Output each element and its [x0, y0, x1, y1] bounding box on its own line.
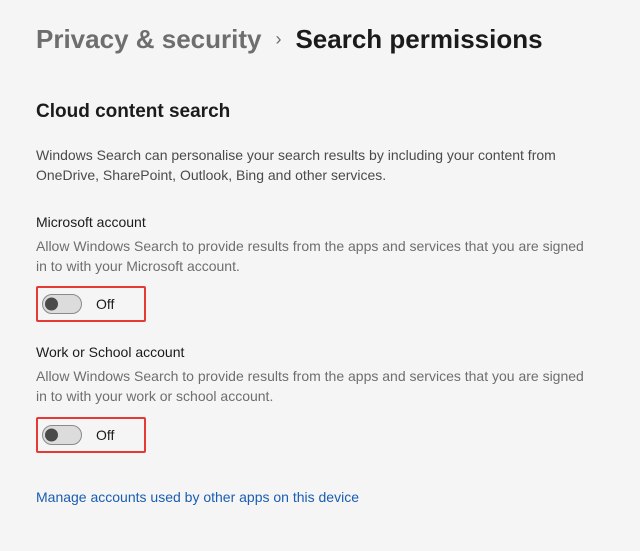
highlight-box: Off — [36, 417, 146, 453]
setting-description: Allow Windows Search to provide results … — [36, 236, 596, 277]
toggle-knob — [45, 298, 58, 311]
setting-microsoft-account: Microsoft account Allow Windows Search t… — [36, 214, 604, 323]
toggle-state-label: Off — [96, 296, 114, 312]
setting-work-school-account: Work or School account Allow Windows Sea… — [36, 344, 604, 453]
toggle-knob — [45, 428, 58, 441]
toggle-state-label: Off — [96, 427, 114, 443]
toggle-microsoft-account[interactable] — [42, 294, 82, 314]
section-title: Cloud content search — [36, 101, 604, 123]
breadcrumb-parent[interactable]: Privacy & security — [36, 24, 261, 55]
setting-description: Allow Windows Search to provide results … — [36, 366, 596, 407]
highlight-box: Off — [36, 286, 146, 322]
setting-label: Work or School account — [36, 344, 604, 360]
toggle-work-school-account[interactable] — [42, 425, 82, 445]
breadcrumb: Privacy & security › Search permissions — [36, 24, 604, 55]
section-description: Windows Search can personalise your sear… — [36, 145, 576, 186]
breadcrumb-current: Search permissions — [295, 24, 542, 55]
setting-label: Microsoft account — [36, 214, 604, 230]
chevron-right-icon: › — [275, 29, 281, 50]
manage-accounts-link[interactable]: Manage accounts used by other apps on th… — [36, 489, 359, 505]
